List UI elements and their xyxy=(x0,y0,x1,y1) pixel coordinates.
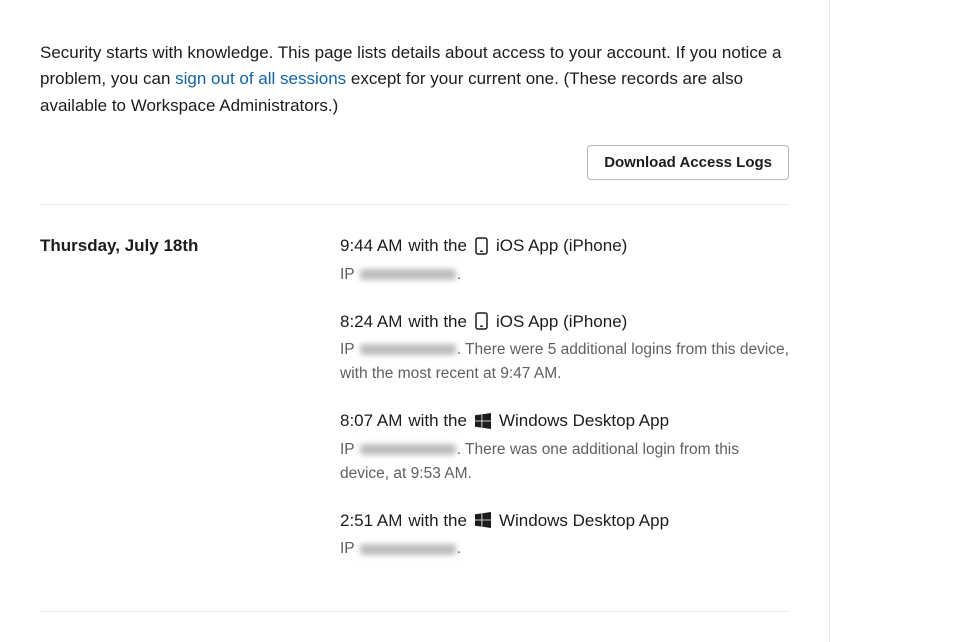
ip-label: IP xyxy=(340,341,354,358)
download-access-logs-button[interactable]: Download Access Logs xyxy=(587,145,789,180)
entry-platform: iOS App (iPhone) xyxy=(496,233,627,259)
entry-extra: . xyxy=(457,266,461,283)
ip-redacted xyxy=(360,344,456,355)
ip-label: IP xyxy=(340,540,354,557)
entry-time: 9:44 AM xyxy=(340,233,402,259)
access-log-entry: 8:24 AM with the iOS App (iPhone) IP . T… xyxy=(340,309,789,387)
entry-extra: . xyxy=(457,540,461,557)
ip-redacted xyxy=(360,544,456,555)
mobile-icon xyxy=(475,237,488,255)
divider xyxy=(40,204,789,205)
ip-redacted xyxy=(360,269,456,280)
access-log-entry: 9:44 AM with the iOS App (iPhone) IP . xyxy=(340,233,789,287)
access-log-entry: 8:07 AM with the Windows Desktop App IP … xyxy=(340,408,789,486)
entry-with-the: with the xyxy=(408,309,467,335)
ip-label: IP xyxy=(340,266,354,283)
entry-time: 2:51 AM xyxy=(340,508,402,534)
entry-platform: iOS App (iPhone) xyxy=(496,309,627,335)
access-log-entry: 2:51 AM with the Windows Desktop App IP … xyxy=(340,508,789,562)
entry-platform: Windows Desktop App xyxy=(499,508,669,534)
entry-time: 8:24 AM xyxy=(340,309,402,335)
mobile-icon xyxy=(475,312,488,330)
entry-with-the: with the xyxy=(408,233,467,259)
ip-label: IP xyxy=(340,441,354,458)
divider xyxy=(40,611,789,612)
entry-time: 8:07 AM xyxy=(340,408,402,434)
entry-with-the: with the xyxy=(408,408,467,434)
entry-platform: Windows Desktop App xyxy=(499,408,669,434)
windows-icon xyxy=(475,512,491,528)
sign-out-all-sessions-link[interactable]: sign out of all sessions xyxy=(175,69,346,88)
windows-icon xyxy=(475,413,491,429)
security-intro-text: Security starts with knowledge. This pag… xyxy=(40,40,789,119)
entry-with-the: with the xyxy=(408,508,467,534)
ip-redacted xyxy=(360,444,456,455)
